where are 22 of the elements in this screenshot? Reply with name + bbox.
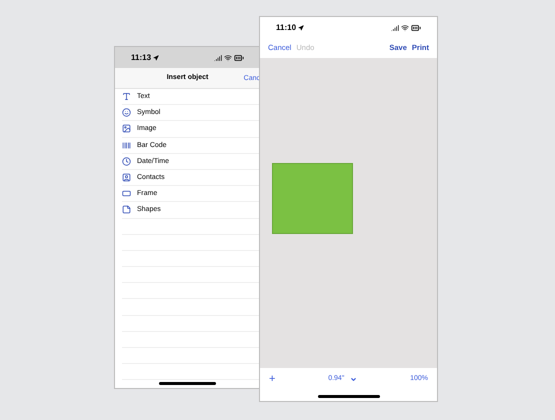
home-indicator	[159, 382, 216, 385]
image-icon	[122, 124, 131, 134]
status-time: 11:13	[131, 52, 152, 64]
battery-icon	[411, 22, 421, 32]
wifi-icon	[401, 24, 409, 32]
smiley-icon	[122, 108, 131, 118]
location-icon	[153, 54, 160, 60]
caret-icon[interactable]	[350, 376, 358, 382]
add-button[interactable]: +	[269, 374, 276, 384]
clock-icon	[122, 156, 131, 166]
barcode-icon	[122, 140, 131, 150]
home-indicator	[318, 395, 380, 398]
wifi-icon	[224, 54, 232, 62]
contact-card-icon	[122, 173, 131, 182]
status-time: 11:10	[276, 22, 296, 34]
rectangle-icon	[122, 189, 131, 198]
location-icon	[298, 24, 304, 30]
battery-icon	[234, 52, 244, 62]
signal-icon	[391, 24, 399, 32]
signal-icon	[214, 54, 222, 62]
text-icon	[122, 92, 131, 102]
note-icon	[122, 205, 131, 214]
